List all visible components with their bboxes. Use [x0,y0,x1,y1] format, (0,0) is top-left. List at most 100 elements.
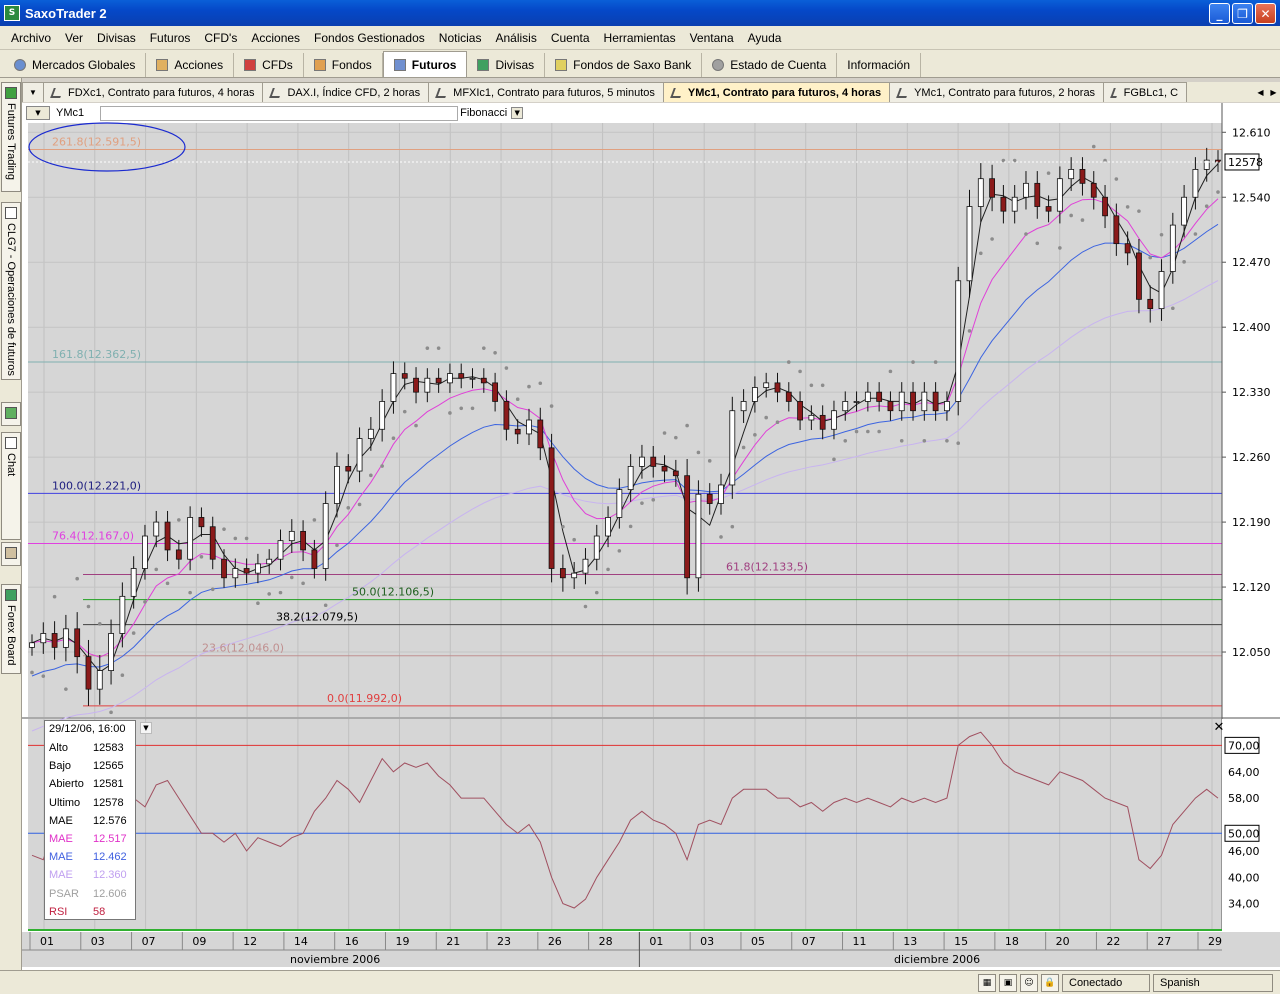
psar-dot [131,631,136,635]
price-tick-label: 12.610 [1232,126,1271,139]
candle-body [401,373,408,379]
psar-dot [1035,241,1040,246]
tab-acciones[interactable]: Acciones [146,53,235,77]
menu-acciones[interactable]: Acciones [244,31,307,45]
menu-herramientas[interactable]: Herramientas [597,31,683,45]
data-row-key: Alto [49,742,68,755]
chart-area[interactable]: 261.8(12.591,5) 161.8(12.362,5) 100.0(12.2… [22,103,1280,970]
chart-tab-mfxic1[interactable]: MFXIc1, Contrato para futuros, 5 minutos [428,82,664,102]
psar-dot [561,524,565,529]
side-tab-chart-tool[interactable] [1,402,21,426]
candle-body [808,414,815,421]
lock-icon[interactable]: 🔒 [1041,973,1059,992]
menu-divisas[interactable]: Divisas [90,31,143,45]
saxo-funds-icon [555,59,568,71]
psar-dot [651,498,656,502]
chart-tabs-menu-button[interactable]: ▼ [22,82,44,102]
scroll-left-icon[interactable]: ◀ [1254,83,1267,101]
chart-tab-fdxc1[interactable]: FDXc1, Contrato para futuros, 4 horas [43,82,264,102]
scroll-right-icon[interactable]: ▶ [1267,83,1280,101]
psar-dot [719,535,723,539]
candle-body [695,493,702,579]
network-icon[interactable]: ▦ [978,973,996,992]
symbol-input[interactable] [100,105,459,121]
candle-body [650,456,657,467]
psar-dot [1046,171,1051,175]
restore-icon: ❐ [1237,6,1248,21]
candle-body [85,656,92,690]
menu-analisis[interactable]: Análisis [488,31,543,45]
close-indicator-button[interactable]: ✕ [1212,720,1226,735]
psar-dot [1216,190,1220,194]
data-window-menu-button[interactable]: ▼ [140,722,152,734]
menu-fondos-gestionados[interactable]: Fondos Gestionados [307,31,432,45]
psar-dot [606,567,610,572]
menu-futuros[interactable]: Futuros [143,31,198,45]
tab-label: Futuros [411,57,457,72]
symbol-dropdown[interactable]: ▼ [26,106,50,120]
tab-label: Acciones [174,58,224,72]
study-dropdown[interactable]: ▼ [511,107,524,119]
price-chart[interactable]: 261.8(12.591,5) 161.8(12.362,5) 100.0(12.2… [22,103,1280,970]
data-row-key: Bajo [49,760,72,773]
psar-dot [945,438,949,443]
chart-tab-ymc1-2h[interactable]: YMc1, Contrato para futuros, 2 horas [889,82,1105,102]
side-tab-chat[interactable]: Chat [1,432,21,540]
tab-fondos[interactable]: Fondos [304,53,383,77]
fibonacci-label: 76.4(12.167,0) [52,529,134,542]
gear-icon [712,59,725,71]
side-tab-forex-board[interactable]: Forex Board [1,584,21,674]
side-tab-futures-trading[interactable]: Futures Trading [1,82,21,192]
tab-fondos-saxo-bank[interactable]: Fondos de Saxo Bank [545,53,703,77]
close-button[interactable]: ✕ [1255,3,1276,24]
candle-body [334,466,340,504]
menu-cfds[interactable]: CFD's [197,31,244,45]
data-row-key: RSI [49,905,68,918]
menu-ayuda[interactable]: Ayuda [741,31,789,45]
candle-body [842,401,849,412]
date-tick-label: 07 [802,935,816,948]
chart-tab-fgblc1[interactable]: FGBLc1, C [1103,82,1188,102]
tab-divisas[interactable]: Divisas [467,53,546,77]
orders-icon [5,207,17,219]
menu-ventana[interactable]: Ventana [683,31,741,45]
data-row-key: MAE [49,814,73,827]
candle-body [819,414,826,430]
side-tab-tool[interactable] [1,542,21,566]
psar-dot [97,622,102,626]
tab-estado-de-cuenta[interactable]: Estado de Cuenta [702,53,838,77]
tab-futuros[interactable]: Futuros [382,51,468,77]
menu-cuenta[interactable]: Cuenta [544,31,597,45]
psar-dot [1193,232,1198,236]
menu-ver[interactable]: Ver [58,31,90,45]
tab-informacion[interactable]: Información [837,53,921,77]
psar-dot [911,360,915,364]
date-tick-label: 22 [1106,935,1120,948]
candle-body [639,456,645,467]
date-tick-label: 19 [395,935,409,948]
candle-body [774,382,781,393]
price-plot-background [28,123,1222,717]
candle-body [1158,271,1165,310]
tab-scroll: ◀ ▶ [1254,83,1280,101]
chart-tab-dax[interactable]: DAX.I, Índice CFD, 2 horas [262,82,430,102]
user-icon[interactable]: ☺ [1020,973,1038,992]
psar-dot [583,604,588,609]
side-tab-clg7[interactable]: CLG7 - Operaciones de futuros [1,202,21,380]
restore-button[interactable]: ❐ [1232,3,1253,24]
psar-dot [888,369,893,374]
globe-icon [14,59,26,71]
title-bar: S SaxoTrader 2 _ ❐ ✕ [0,0,1280,26]
menu-noticias[interactable]: Noticias [432,31,489,45]
menu-archivo[interactable]: Archivo [4,31,58,45]
psar-dot [165,581,170,586]
chart-tab-ymc1-4h[interactable]: YMc1, Contrato para futuros, 4 horas [662,82,891,102]
chart-tab-label: FGBLc1, C [1123,86,1179,99]
language-selector[interactable]: Spanish [1153,973,1273,992]
minimize-button[interactable]: _ [1209,3,1230,24]
psar-dot [640,501,644,505]
tab-mercados-globales[interactable]: Mercados Globales [4,53,147,77]
computer-icon[interactable]: ▣ [999,973,1017,992]
tab-cfds[interactable]: CFDs [234,53,304,77]
window-controls: _ ❐ ✕ [1209,3,1276,24]
